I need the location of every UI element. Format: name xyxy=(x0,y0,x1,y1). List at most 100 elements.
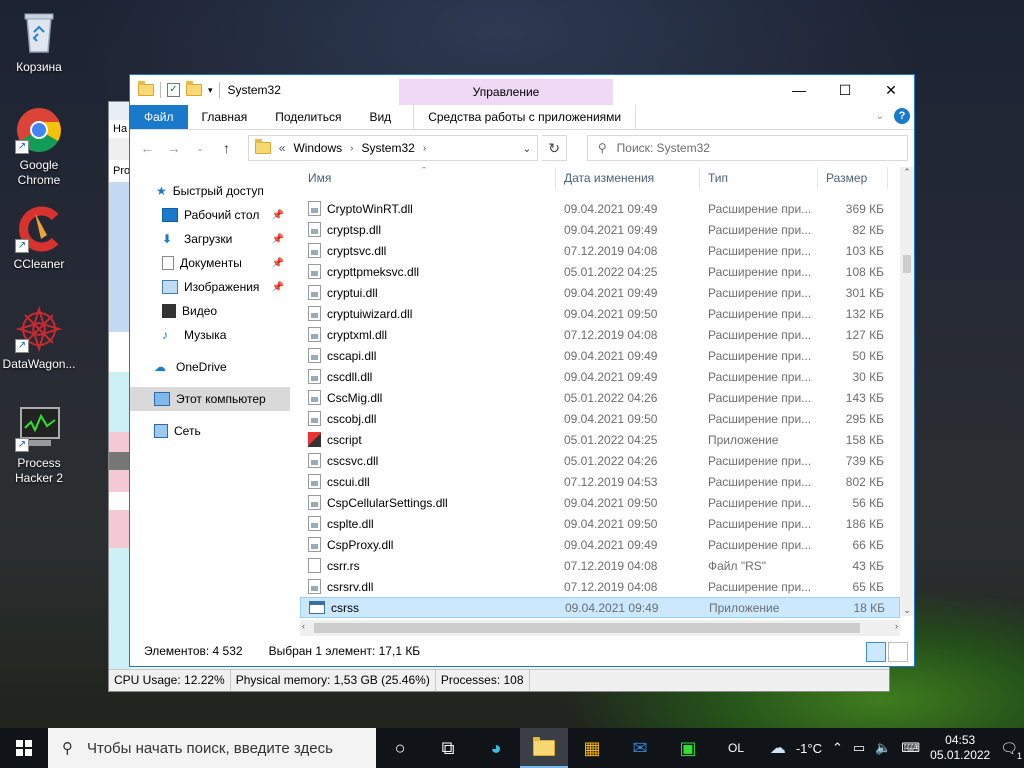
desktop-icon-process-hacker[interactable]: ↗ Process Hacker 2 xyxy=(0,404,79,486)
desktop-icon-recycle-bin[interactable]: Корзина xyxy=(0,8,79,75)
nav-onedrive[interactable]: ☁ OneDrive xyxy=(130,355,290,379)
column-name[interactable]: Имя ⌃ xyxy=(300,167,556,189)
file-row[interactable]: cscapi.dll 09.04.2021 09:49 Расширение при… xyxy=(300,345,900,366)
maximize-button[interactable]: ☐ xyxy=(822,75,868,105)
nav-quick-access[interactable]: ★ Быстрый доступ xyxy=(130,179,290,203)
back-button[interactable]: ← xyxy=(136,136,158,160)
clock[interactable]: 04:53 05.01.2022 xyxy=(930,733,990,763)
qat-dropdown-icon[interactable]: ▾ xyxy=(208,85,213,96)
task-view-icon[interactable]: ⧉ xyxy=(424,728,472,768)
horizontal-scrollbar[interactable]: ‹ › xyxy=(300,620,900,636)
file-row[interactable]: cryptui.dll 09.04.2021 09:49 Расширение пр… xyxy=(300,282,900,303)
up-button[interactable]: ↑ xyxy=(215,136,237,160)
file-row[interactable]: csrsrv.dll 07.12.2019 04:08 Расширение при… xyxy=(300,576,900,597)
folder-icon[interactable] xyxy=(138,81,154,96)
nav-music[interactable]: ♪ Музыка xyxy=(130,323,290,347)
details-view-icon[interactable] xyxy=(866,642,886,662)
close-button[interactable]: ✕ xyxy=(868,75,914,105)
store-icon[interactable]: ▦ xyxy=(568,728,616,768)
file-row[interactable]: cryptsvc.dll 07.12.2019 04:08 Расширение п… xyxy=(300,240,900,261)
file-row[interactable]: csplte.dll 09.04.2021 09:50 Расширение при… xyxy=(300,513,900,534)
tab-application-tools[interactable]: Средства работы с приложениями xyxy=(413,105,637,129)
expand-ribbon-icon[interactable]: ⌄ xyxy=(876,111,884,122)
file-row[interactable]: csrss 09.04.2021 09:49 Приложение 18 КБ xyxy=(300,597,900,618)
desktop-icon-ccleaner[interactable]: ↗ CCleaner xyxy=(0,205,79,272)
pin-icon[interactable]: 📌 xyxy=(272,282,284,293)
file-row[interactable]: csrr.rs 07.12.2019 04:08 Файл "RS" 43 КБ xyxy=(300,555,900,576)
chevron-right-icon[interactable]: › xyxy=(423,143,426,154)
notifications-icon[interactable]: 🗨 1 xyxy=(1000,740,1022,761)
nav-pictures[interactable]: Изображения 📌 xyxy=(130,275,290,299)
help-icon[interactable]: ? xyxy=(894,108,910,124)
properties-icon[interactable]: ✓ xyxy=(167,83,180,97)
refresh-button[interactable]: ↻ xyxy=(542,135,567,161)
file-row[interactable]: cryptuiwizard.dll 09.04.2021 09:50 Расшире… xyxy=(300,303,900,324)
nav-documents[interactable]: Документы 📌 xyxy=(130,251,290,275)
vertical-scrollbar[interactable]: ⌃ ⌄ xyxy=(900,167,914,616)
scroll-down-icon[interactable]: ⌄ xyxy=(900,605,914,616)
pin-icon[interactable]: 📌 xyxy=(272,258,284,269)
file-row[interactable]: cryptsp.dll 09.04.2021 09:49 Расширение пр… xyxy=(300,219,900,240)
file-row[interactable]: CspProxy.dll 09.04.2021 09:49 Расширение п… xyxy=(300,534,900,555)
forward-button[interactable]: → xyxy=(162,136,184,160)
language-indicator[interactable]: OL xyxy=(712,728,760,768)
explorer-window[interactable]: ✓ ▾ System32 Управление — ☐ ✕ Файл Главн… xyxy=(129,74,915,667)
taskbar-search-input[interactable]: Чтобы начать поиск, введите здесь xyxy=(87,740,333,757)
nav-video[interactable]: Видео xyxy=(130,299,290,323)
file-row[interactable]: CspCellularSettings.dll 09.04.2021 09:50 Р… xyxy=(300,492,900,513)
recent-locations-icon[interactable]: ⌄ xyxy=(189,136,211,160)
weather-icon[interactable]: ☁ xyxy=(770,738,786,758)
minimize-button[interactable]: — xyxy=(776,75,822,105)
large-icons-view-icon[interactable] xyxy=(888,642,908,662)
tab-view[interactable]: Вид xyxy=(355,105,405,129)
volume-icon[interactable]: 🔈 xyxy=(875,740,891,756)
column-size[interactable]: Размер xyxy=(818,167,888,189)
column-date[interactable]: Дата изменения xyxy=(556,167,700,189)
pin-icon[interactable]: 📌 xyxy=(272,210,284,221)
scroll-thumb[interactable] xyxy=(903,255,911,273)
file-row[interactable]: cscui.dll 07.12.2019 04:53 Расширение при.… xyxy=(300,471,900,492)
cortana-icon[interactable]: ○ xyxy=(376,728,424,768)
network-icon[interactable]: ▭ xyxy=(853,740,865,756)
file-row[interactable]: cscdll.dll 09.04.2021 09:49 Расширение при… xyxy=(300,366,900,387)
pin-icon[interactable]: 📌 xyxy=(272,234,284,245)
process-hacker-taskbar-icon[interactable]: ▣ xyxy=(664,728,712,768)
column-type[interactable]: Тип xyxy=(700,167,818,189)
search-input[interactable]: Поиск: System32 xyxy=(617,141,710,155)
scroll-up-icon[interactable]: ⌃ xyxy=(900,167,914,178)
nav-network[interactable]: Сеть xyxy=(130,419,290,443)
search-box[interactable]: ⚲ Поиск: System32 xyxy=(586,135,908,161)
file-row[interactable]: CryptoWinRT.dll 09.04.2021 09:49 Расширени… xyxy=(300,198,900,219)
tab-file[interactable]: Файл xyxy=(130,105,188,129)
tray-overflow-icon[interactable]: ⌃ xyxy=(832,740,843,756)
manage-context-tab[interactable]: Управление xyxy=(399,79,613,105)
input-language-icon[interactable]: ⌨ xyxy=(901,740,920,756)
address-bar[interactable]: « Windows › System32 › ⌄ xyxy=(247,135,539,161)
edge-icon[interactable]: ◕ xyxy=(472,728,520,768)
file-row[interactable]: crypttpmeksvc.dll 05.01.2022 04:25 Расшире… xyxy=(300,261,900,282)
desktop-icon-datawagon[interactable]: ↗ DataWagon... xyxy=(0,305,79,372)
nav-this-pc[interactable]: Этот компьютер xyxy=(130,387,290,411)
chevron-right-icon[interactable]: › xyxy=(350,143,353,154)
address-overflow[interactable]: « xyxy=(279,141,286,155)
start-button[interactable] xyxy=(0,728,48,768)
file-row[interactable]: CscMig.dll 05.01.2022 04:26 Расширение при… xyxy=(300,387,900,408)
new-folder-icon[interactable] xyxy=(186,81,202,96)
file-row[interactable]: cscsvc.dll 05.01.2022 04:26 Расширение при… xyxy=(300,450,900,471)
file-explorer-icon[interactable] xyxy=(520,728,568,768)
file-row[interactable]: cryptxml.dll 07.12.2019 04:08 Расширение п… xyxy=(300,324,900,345)
tab-home[interactable]: Главная xyxy=(188,105,262,129)
tab-share[interactable]: Поделиться xyxy=(261,105,355,129)
address-dropdown-icon[interactable]: ⌄ xyxy=(522,142,531,155)
weather-temperature[interactable]: -1°C xyxy=(796,741,822,756)
file-row[interactable]: cscript 05.01.2022 04:25 Приложение 158 КБ xyxy=(300,429,900,450)
scroll-left-icon[interactable]: ‹ xyxy=(302,621,305,631)
scroll-right-icon[interactable]: › xyxy=(895,621,898,631)
desktop-icon-chrome[interactable]: ↗ Google Chrome xyxy=(0,106,79,188)
taskbar-search[interactable]: ⚲ Чтобы начать поиск, введите здесь xyxy=(48,728,376,768)
scroll-thumb[interactable] xyxy=(314,623,860,633)
nav-desktop[interactable]: Рабочий стол 📌 xyxy=(130,203,290,227)
breadcrumb-system32[interactable]: System32 xyxy=(361,141,414,155)
breadcrumb-windows[interactable]: Windows xyxy=(293,141,342,155)
mail-icon[interactable]: ✉ xyxy=(616,728,664,768)
